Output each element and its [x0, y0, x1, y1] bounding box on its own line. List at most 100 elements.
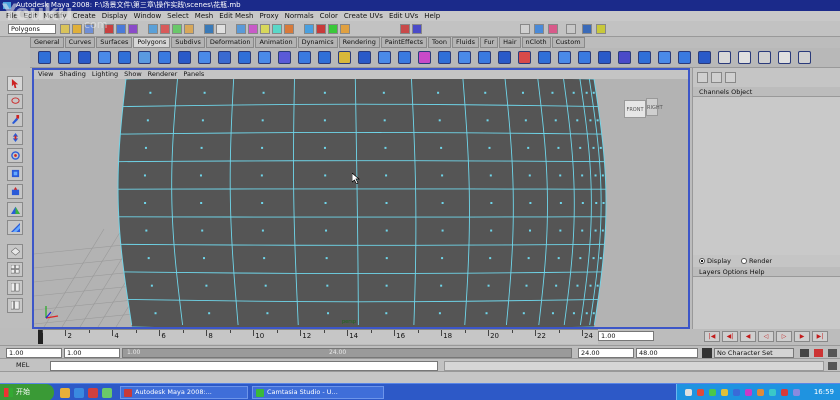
- menu-create-uvs[interactable]: Create UVs: [344, 11, 383, 21]
- panel-menu-renderer[interactable]: Renderer: [148, 70, 178, 79]
- shelf-tool-icon[interactable]: [158, 51, 171, 64]
- shelf-tab-general[interactable]: General: [30, 37, 64, 48]
- move-tool[interactable]: [7, 130, 23, 145]
- play-backwards-button[interactable]: ◁: [758, 331, 774, 342]
- shelf-tab-ncloth[interactable]: nCloth: [521, 37, 551, 48]
- shelf-tool-icon[interactable]: [738, 51, 751, 64]
- shelf-tool-icon[interactable]: [258, 51, 271, 64]
- viewport-canvas[interactable]: [34, 79, 688, 327]
- vase-mesh-surface[interactable]: [118, 79, 606, 327]
- paint-select-tool[interactable]: [7, 112, 23, 127]
- shelf-tool-icon[interactable]: [398, 51, 411, 64]
- shelf-tool-icon[interactable]: [678, 51, 691, 64]
- display-radio[interactable]: Display: [699, 256, 731, 267]
- rotate-tool[interactable]: [7, 148, 23, 163]
- shelf-tool-icon[interactable]: [178, 51, 191, 64]
- shelf-tool-icon[interactable]: [518, 51, 531, 64]
- animation-prefs-icon[interactable]: [828, 349, 837, 357]
- tray-bluetooth-icon[interactable]: [733, 389, 740, 396]
- make-live-icon[interactable]: [284, 24, 294, 34]
- menu-color[interactable]: Color: [320, 11, 338, 21]
- shelf-tool-icon[interactable]: [118, 51, 131, 64]
- select-object-icon[interactable]: [116, 24, 126, 34]
- shelf-tool-icon[interactable]: [478, 51, 491, 64]
- shelf-tool-icon[interactable]: [98, 51, 111, 64]
- toggle-tool-settings-icon[interactable]: [582, 24, 592, 34]
- shelf-tool-icon[interactable]: [698, 51, 711, 64]
- playback-start-field[interactable]: 1.00: [64, 348, 120, 358]
- channel-box-area[interactable]: [693, 97, 840, 255]
- panel-menu-view[interactable]: View: [38, 70, 53, 79]
- shelf-tool-icon[interactable]: [758, 51, 771, 64]
- menu-proxy[interactable]: Proxy: [259, 11, 278, 21]
- panel-menu-panels[interactable]: Panels: [183, 70, 204, 79]
- view-cube-front[interactable]: FRONT: [624, 100, 646, 118]
- ipr-render-icon[interactable]: [328, 24, 338, 34]
- lock-selection-icon[interactable]: [204, 24, 214, 34]
- shelf-tool-icon[interactable]: [358, 51, 371, 64]
- view-cube[interactable]: FRONT RIGHT: [624, 98, 663, 126]
- menu-help[interactable]: Help: [424, 11, 440, 21]
- tray-security-icon[interactable]: [697, 389, 704, 396]
- layout-four-panes[interactable]: [7, 262, 23, 277]
- shelf-tool-icon[interactable]: [498, 51, 511, 64]
- start-time-field[interactable]: 1.00: [6, 348, 62, 358]
- shelf-tool-icon[interactable]: [778, 51, 791, 64]
- open-scene-icon[interactable]: [72, 24, 82, 34]
- render-radio[interactable]: Render: [740, 256, 772, 267]
- shelf-tool-icon[interactable]: [558, 51, 571, 64]
- shelf-tool-icon[interactable]: [578, 51, 591, 64]
- character-set-dropdown[interactable]: No Character Set: [714, 348, 794, 358]
- snap-curve-icon[interactable]: [248, 24, 258, 34]
- quick-launch-ie-icon[interactable]: [74, 388, 84, 398]
- numeric-input-icon[interactable]: [534, 24, 544, 34]
- tray-recorder-icon[interactable]: [769, 389, 776, 396]
- render-icon[interactable]: [316, 24, 326, 34]
- menu-window[interactable]: Window: [134, 11, 162, 21]
- playback-end-field[interactable]: 24.00: [578, 348, 634, 358]
- shelf-tool-icon[interactable]: [638, 51, 651, 64]
- snap-point-icon[interactable]: [260, 24, 270, 34]
- layer-editor-menu[interactable]: Layers Options Help: [693, 267, 840, 277]
- shelf-tab-toon[interactable]: Toon: [428, 37, 451, 48]
- shelf-tool-icon[interactable]: [458, 51, 471, 64]
- task-camtasia[interactable]: Camtasia Studio - U...: [252, 386, 384, 399]
- rename-icon[interactable]: [548, 24, 558, 34]
- layout-outliner-persp[interactable]: [7, 298, 23, 313]
- shelf-tool-icon[interactable]: [618, 51, 631, 64]
- uv-mask-icon[interactable]: [184, 24, 194, 34]
- play-forwards-button[interactable]: ▷: [776, 331, 792, 342]
- shelf-tool-icon[interactable]: [298, 51, 311, 64]
- shelf-tool-icon[interactable]: [58, 51, 71, 64]
- step-back-frame-button[interactable]: ◀: [740, 331, 756, 342]
- shelf-tool-icon[interactable]: [658, 51, 671, 64]
- range-slider[interactable]: 1.00 24.00: [122, 348, 572, 358]
- universal-manipulator-tool[interactable]: [7, 184, 23, 199]
- shelf-tool-icon[interactable]: [78, 51, 91, 64]
- go-to-start-button[interactable]: |◀: [704, 331, 720, 342]
- shelf-tab-dynamics[interactable]: Dynamics: [297, 37, 338, 48]
- snap-view-plane-icon[interactable]: [272, 24, 282, 34]
- menu-normals[interactable]: Normals: [285, 11, 314, 21]
- highlight-selection-icon[interactable]: [216, 24, 226, 34]
- tray-update-icon[interactable]: [757, 389, 764, 396]
- channel-box-toggle-icon[interactable]: [697, 72, 708, 83]
- shelf-tab-fluids[interactable]: Fluids: [451, 37, 479, 48]
- soft-modification-tool[interactable]: [7, 202, 23, 217]
- shelf-tool-icon[interactable]: [598, 51, 611, 64]
- show-manipulator-tool[interactable]: [7, 220, 23, 235]
- shelf-tool-icon[interactable]: [338, 51, 351, 64]
- menu-select[interactable]: Select: [167, 11, 189, 21]
- quick-select-icon[interactable]: [520, 24, 530, 34]
- hypershade-icon[interactable]: [400, 24, 410, 34]
- render-settings-icon[interactable]: [340, 24, 350, 34]
- script-editor-icon[interactable]: [828, 362, 837, 370]
- shelf-tab-animation[interactable]: Animation: [255, 37, 297, 48]
- perspective-viewport[interactable]: View Shading Lighting Show Renderer Panels FR…: [32, 68, 690, 329]
- mel-label[interactable]: MEL: [16, 361, 29, 370]
- quick-launch-media-icon[interactable]: [88, 388, 98, 398]
- panel-menu-lighting[interactable]: Lighting: [92, 70, 118, 79]
- shelf-tab-fur[interactable]: Fur: [479, 37, 499, 48]
- layer-editor-toggle-icon[interactable]: [711, 72, 722, 83]
- shelf-tool-icon[interactable]: [538, 51, 551, 64]
